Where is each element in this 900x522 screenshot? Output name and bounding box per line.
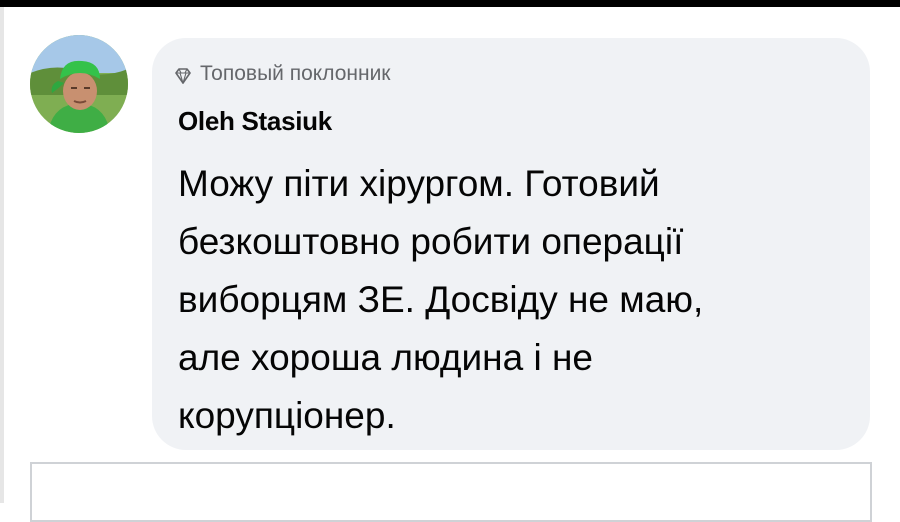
- top-border: [0, 0, 900, 7]
- diamond-icon: [174, 66, 192, 85]
- reply-box: [30, 462, 872, 522]
- left-border: [0, 7, 4, 503]
- avatar-photo: [30, 35, 128, 133]
- badge-label: Топовый поклонник: [200, 62, 391, 85]
- top-fan-badge[interactable]: Топовый поклонник: [174, 62, 391, 86]
- avatar[interactable]: [30, 35, 128, 133]
- comment-text: Можу піти хірургом. Готовий безкоштовно …: [178, 163, 704, 436]
- author-name[interactable]: Oleh Stasiuk: [178, 104, 332, 138]
